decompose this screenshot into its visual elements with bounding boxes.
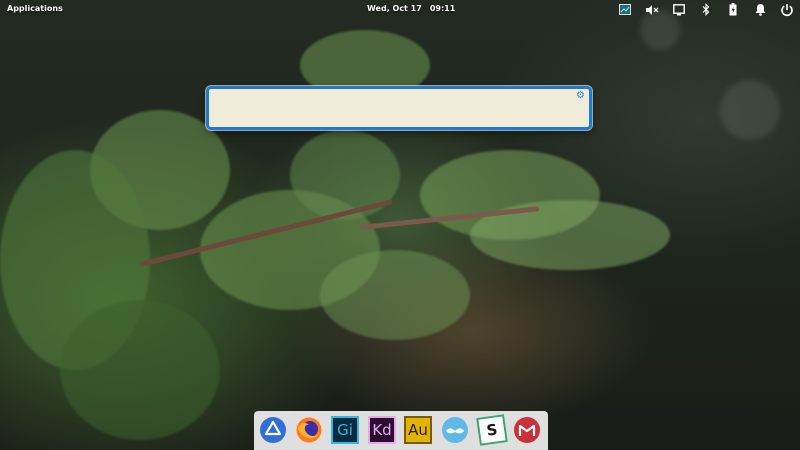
kdenlive-launcher[interactable]: Kd <box>368 416 396 444</box>
audacity-launcher[interactable]: Au <box>404 416 432 444</box>
firefox-launcher[interactable] <box>295 416 323 444</box>
slack-launcher[interactable]: S <box>476 414 508 446</box>
kd-icon: Kd <box>372 421 392 439</box>
desktop-wallpaper <box>0 0 800 450</box>
mustache-app-launcher[interactable] <box>441 416 469 444</box>
firefox-icon <box>296 417 322 443</box>
clock-time: 09:11 <box>429 4 456 13</box>
google-drive-launcher[interactable] <box>259 416 287 444</box>
au-icon: Au <box>408 421 428 439</box>
notification-bell-icon[interactable] <box>753 3 767 17</box>
applications-menu-button[interactable]: Applications <box>7 4 63 13</box>
text-entry-input[interactable] <box>215 95 579 123</box>
slack-icon: S <box>485 420 499 440</box>
mustache-icon <box>442 417 468 443</box>
text-entry-box[interactable]: ⚙ <box>206 86 592 130</box>
gimp-launcher[interactable]: Gi <box>331 416 359 444</box>
mail-icon <box>514 417 540 443</box>
clock[interactable]: Wed, Oct 17 09:11 <box>367 4 455 13</box>
sound-muted-icon[interactable] <box>645 3 659 17</box>
gear-icon[interactable]: ⚙ <box>576 91 586 101</box>
bluetooth-icon[interactable] <box>699 3 713 17</box>
network-icon[interactable] <box>672 3 686 17</box>
gi-icon: Gi <box>337 421 353 439</box>
indicator-area <box>618 1 794 18</box>
drive-icon <box>260 417 286 443</box>
monitor-icon[interactable] <box>618 3 632 17</box>
clock-date: Wed, Oct 17 <box>367 4 422 13</box>
power-icon[interactable] <box>780 3 794 17</box>
top-panel: Applications Wed, Oct 17 09:11 <box>0 0 800 18</box>
battery-icon[interactable] <box>726 3 740 17</box>
mail-app-launcher[interactable] <box>513 416 541 444</box>
